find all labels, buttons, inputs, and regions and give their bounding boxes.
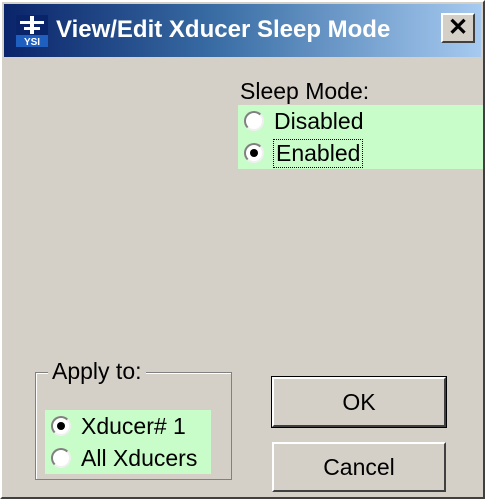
dialog-window: YSI View/Edit Xducer Sleep Mode ✕ Sleep …: [0, 0, 485, 499]
radio-enabled[interactable]: Enabled: [244, 137, 364, 169]
app-icon-text: YSI: [24, 37, 40, 47]
apply-to-radio-group: Xducer# 1 All Xducers: [45, 410, 211, 474]
radio-xducer-1-indicator[interactable]: [51, 416, 71, 436]
radio-disabled[interactable]: Disabled: [244, 105, 364, 137]
radio-xducer-1[interactable]: Xducer# 1: [51, 410, 186, 442]
radio-all-xducers[interactable]: All Xducers: [51, 442, 197, 474]
sleep-mode-label: Sleep Mode:: [240, 78, 370, 104]
cancel-button[interactable]: Cancel: [272, 442, 446, 492]
radio-xducer-1-label: Xducer# 1: [81, 412, 186, 439]
radio-disabled-indicator[interactable]: [244, 111, 264, 131]
close-icon: ✕: [447, 14, 469, 41]
sleep-mode-radio-group: Disabled Enabled: [238, 105, 483, 169]
ok-button[interactable]: OK: [271, 376, 447, 428]
radio-all-xducers-indicator[interactable]: [51, 448, 71, 468]
radio-disabled-label: Disabled: [274, 107, 364, 134]
ysi-app-icon: YSI: [16, 15, 48, 47]
radio-enabled-indicator[interactable]: [244, 143, 264, 163]
radio-enabled-label: Enabled: [272, 138, 364, 168]
apply-to-label: Apply to:: [48, 358, 146, 385]
title-bar[interactable]: YSI View/Edit Xducer Sleep Mode ✕: [4, 4, 481, 57]
close-button[interactable]: ✕: [441, 13, 475, 43]
radio-all-xducers-label: All Xducers: [81, 444, 198, 471]
window-title: View/Edit Xducer Sleep Mode: [56, 16, 391, 43]
